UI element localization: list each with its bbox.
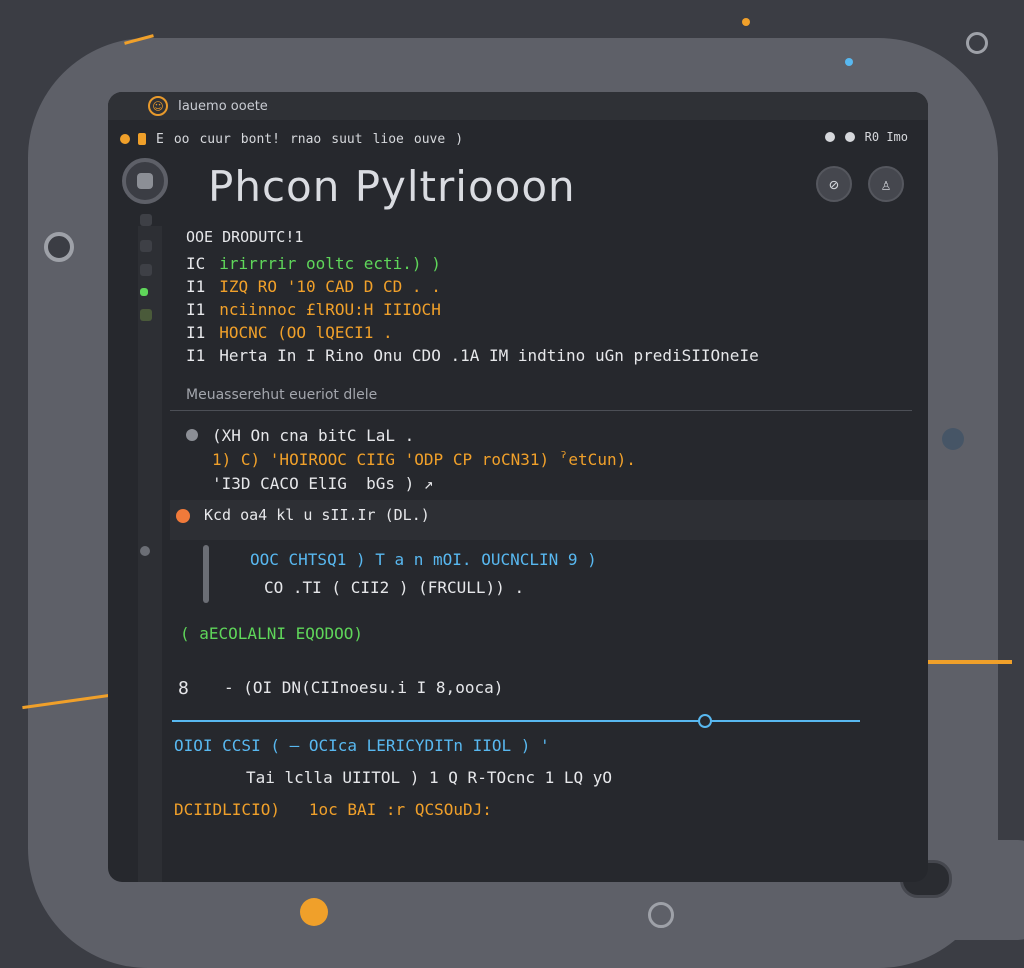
line-number: I1 (186, 323, 206, 342)
left-gutter (108, 154, 168, 882)
menu-item[interactable]: cuur (199, 132, 230, 147)
bg-dot (845, 58, 853, 66)
line-number: I1 (186, 346, 206, 365)
menu-right: R0 Imo (824, 130, 908, 144)
bg-ring-icon (966, 32, 988, 54)
section-label: Meuasserehut eueriot dlele (186, 387, 378, 403)
smile-icon: ☺ (148, 96, 168, 116)
editor-title: Phcon Pyltriooon (208, 162, 576, 211)
result-label: Kcd oa4 kl u sII.Ir (DL.) (204, 506, 430, 524)
menu-item[interactable]: suut (331, 132, 362, 147)
bg-dot (942, 428, 964, 450)
gutter-marker (140, 309, 152, 321)
gutter-marker (140, 546, 150, 556)
section-line: (XH On cna bitC LaL . (212, 426, 415, 445)
user-icon[interactable]: ♙ (868, 166, 904, 202)
divider (170, 410, 912, 411)
menu-bar: E oo cuur bont! rnao suut lioe ouve ) R0… (108, 124, 928, 154)
code-text: Herta In I Rino Onu CDO .1A IM indtino u… (219, 346, 759, 365)
console-line: OIOI CCSI ( — OCIca LERICYDITn IIOL ) ' (174, 736, 550, 755)
code-line: I1 nciinnoc £lROU:H IIIOCH (186, 300, 441, 319)
block-line: OOC CHTSQ1 ) T a n mOI. OUCNCLIN 9 ) (250, 550, 597, 569)
window-dot-icon[interactable] (138, 133, 146, 145)
code-line: I1 Herta In I Rino Onu CDO .1A IM indtino… (186, 346, 759, 365)
status-line: ( aECOLALNI EQODOO) (180, 624, 364, 643)
bg-stripe (916, 660, 1012, 664)
gutter-marker (140, 264, 152, 276)
menu-item[interactable]: rnao (290, 132, 321, 147)
bg-dot (648, 902, 674, 928)
menu-prefix[interactable]: E (156, 132, 164, 147)
status-dot-icon[interactable] (844, 132, 855, 142)
gutter-marker (140, 240, 152, 252)
editor-window: ☺ Iauemo ooete E oo cuur bont! rnao suut… (108, 92, 928, 882)
slider-thumb[interactable] (698, 714, 712, 728)
code-text: nciinnoc £lROU:H IIIOCH (219, 300, 441, 319)
block-indicator (203, 545, 209, 603)
bg-dot (742, 18, 750, 26)
code-text: IZQ RO '10 CAD D CD . . (219, 277, 441, 296)
bullet-icon (186, 429, 198, 441)
menu-item[interactable]: bont! (241, 132, 280, 147)
menu-right-label[interactable]: R0 Imo (865, 130, 908, 144)
line-number: I1 (186, 277, 206, 296)
code-line: I1 HOCNC (OO lQECI1 . (186, 323, 393, 342)
window-dot-icon[interactable] (120, 134, 130, 144)
code-line: I1 IZQ RO '10 CAD D CD . . (186, 277, 441, 296)
prompt-marker: 8 (178, 678, 189, 699)
gutter-marker (140, 288, 148, 296)
menu-item[interactable]: ouve (414, 132, 445, 147)
code-line: IC irirrrir ooltc ecti.) ) (186, 254, 441, 273)
app-title-bar: ☺ Iauemo ooete (108, 92, 928, 120)
bg-dot (300, 898, 328, 926)
code-text: HOCNC (OO lQECI1 . (219, 323, 393, 342)
line-number: I1 (186, 300, 206, 319)
settings-icon[interactable]: ⊘ (816, 166, 852, 202)
code-text: irirrrir ooltc ecti.) ) (219, 254, 441, 273)
section-line: 'I3D CACO ElIG bGs ) ↗ (212, 474, 434, 493)
line-number: IC (186, 254, 206, 273)
menu-item[interactable]: ) (455, 132, 463, 147)
app-title: Iauemo ooete (178, 98, 268, 114)
menu-item[interactable]: oo (174, 132, 190, 147)
side-knob-icon[interactable] (44, 232, 74, 262)
console-line: Tai lclla UIITOL ) 1 Q R-TOcnc 1 LQ yO (246, 768, 613, 787)
gutter-button[interactable] (122, 158, 168, 204)
record-icon[interactable] (824, 132, 835, 142)
console-line: DCIIDLICIO) 1oc BAI :r QCSOuDJ: (174, 800, 492, 819)
section-line: 1) C) 'HOIROOC CIIG 'ODP CP roCN31) ˀetC… (212, 450, 636, 469)
code-header: OOE DRODUTC!1 (186, 228, 304, 246)
slider-track[interactable] (172, 720, 860, 722)
menu-item[interactable]: lioe (373, 132, 404, 147)
block-line: CO .TI ( CII2 ) (FRCULL)) . (264, 578, 525, 597)
result-status-icon (176, 509, 190, 523)
prompt-input[interactable]: - (OI DN(CIInoesu.i I 8,ooca) (224, 678, 503, 697)
gutter-marker (140, 214, 152, 226)
